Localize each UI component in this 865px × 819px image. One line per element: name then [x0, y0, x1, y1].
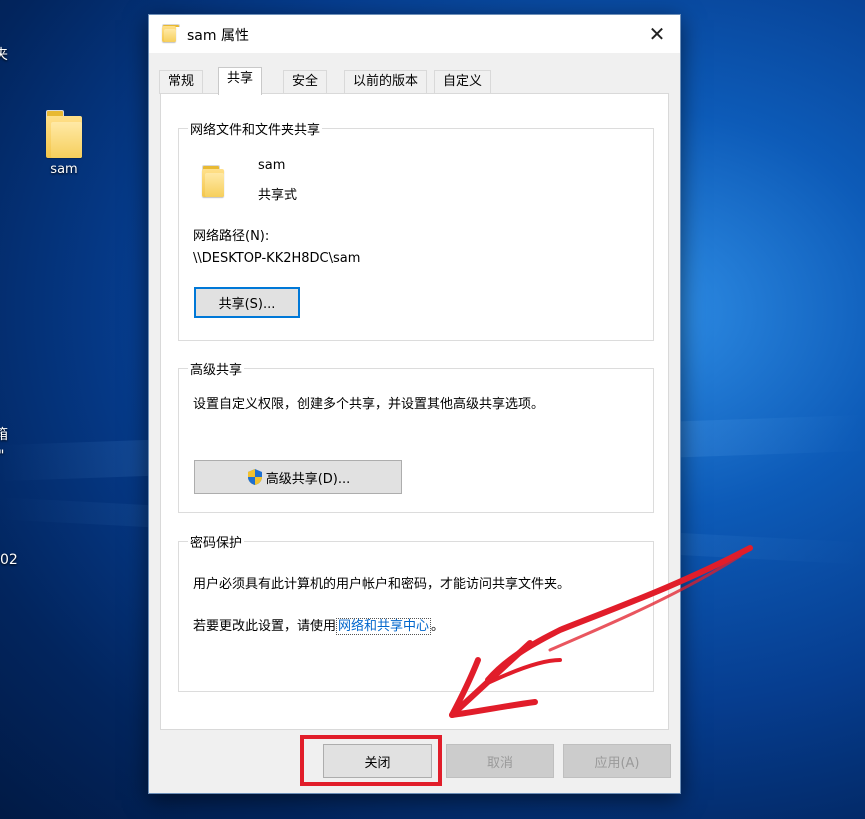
annotation-arrow	[449, 545, 753, 718]
tab-sharing[interactable]: 共享	[218, 67, 263, 95]
